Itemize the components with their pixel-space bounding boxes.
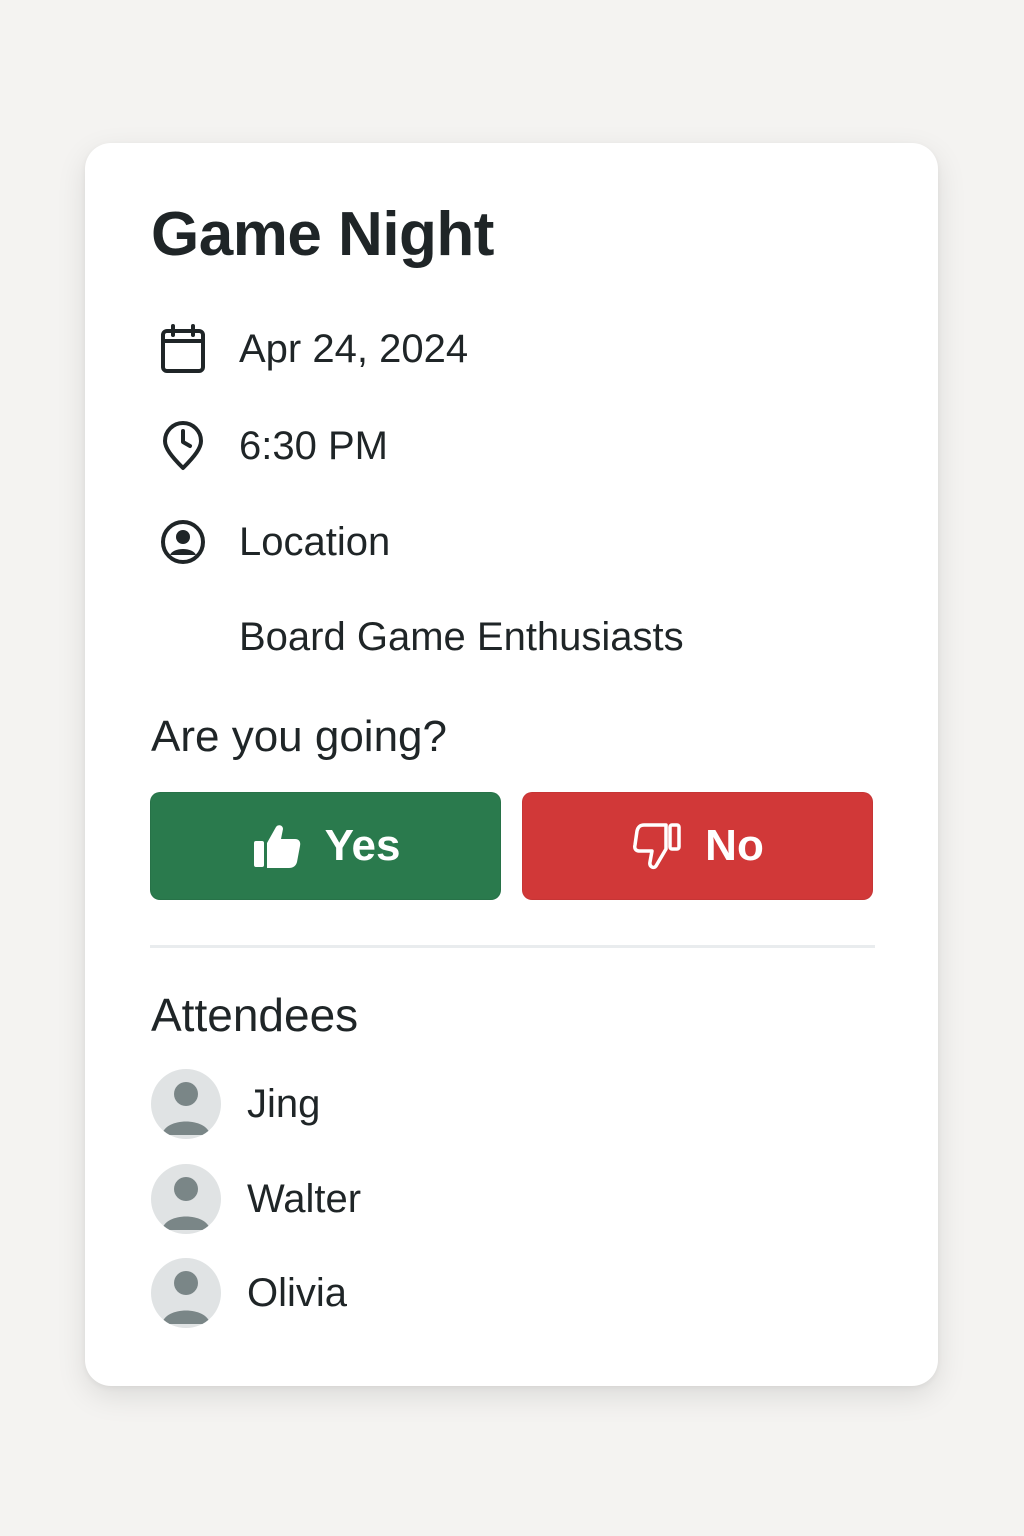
calendar-icon: [157, 323, 209, 375]
no-button[interactable]: No: [522, 792, 873, 900]
clock-pin-icon: [157, 420, 209, 472]
event-time-row: 6:30 PM: [157, 418, 388, 474]
avatar-placeholder-icon: [151, 1258, 221, 1328]
event-title: Game Night: [151, 200, 494, 269]
event-location-row: Location: [157, 514, 390, 570]
rsvp-question: Are you going?: [151, 712, 447, 761]
attendee-name: Walter: [247, 1177, 362, 1221]
event-date-row: Apr 24, 2024: [157, 321, 468, 377]
attendee-item: Walter: [151, 1164, 361, 1234]
yes-button[interactable]: Yes: [150, 792, 501, 900]
thumbs-down-icon: [631, 820, 683, 872]
event-location-label: Location: [239, 520, 391, 564]
event-card: Game Night Apr 24, 2024 6:30 PM Location…: [85, 143, 938, 1386]
attendee-item: Jing: [151, 1069, 320, 1139]
event-organizer: Board Game Enthusiasts: [239, 615, 684, 659]
attendees-title: Attendees: [151, 989, 359, 1041]
no-button-label: No: [705, 821, 764, 870]
attendee-name: Jing: [247, 1082, 321, 1126]
event-time: 6:30 PM: [239, 424, 388, 468]
avatar-placeholder-icon: [151, 1164, 221, 1234]
attendee-item: Olivia: [151, 1258, 347, 1328]
avatar-placeholder-icon: [151, 1069, 221, 1139]
user-circle-icon: [157, 516, 209, 568]
attendee-name: Olivia: [247, 1271, 348, 1315]
event-date: Apr 24, 2024: [239, 327, 469, 371]
thumbs-up-icon: [251, 820, 303, 872]
yes-button-label: Yes: [324, 821, 401, 870]
divider: [150, 945, 875, 948]
